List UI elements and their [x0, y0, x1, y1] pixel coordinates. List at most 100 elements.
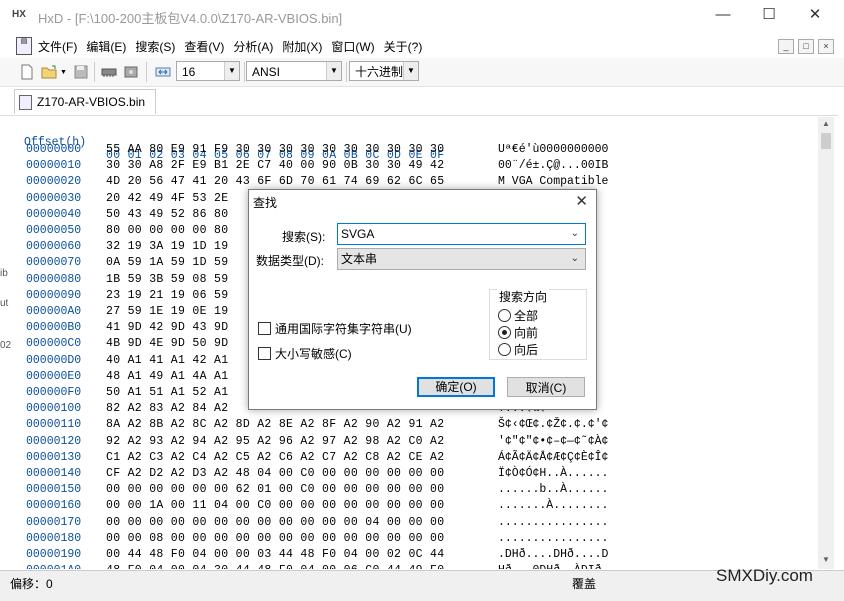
ok-button[interactable]: 确定(O)	[417, 377, 495, 397]
row-bytes[interactable]: 00 00 00 00 00 00 00 00 00 00 00 00 04 0…	[106, 516, 444, 529]
save-icon[interactable]	[72, 63, 90, 81]
row-offset: 00000160	[26, 499, 82, 513]
mdi-close-button[interactable]: ×	[818, 39, 834, 54]
row-bytes[interactable]: 82 A2 83 A2 84 A2	[106, 402, 228, 415]
row-ascii[interactable]: Hð...0DHð..ÀDIð	[498, 564, 602, 569]
document-icon[interactable]: ▤	[16, 37, 32, 55]
bytes-per-row-select[interactable]: 16 ▼	[176, 61, 240, 81]
direction-backward-radio[interactable]: 向后	[498, 341, 538, 358]
row-ascii[interactable]: ......b..À......	[498, 483, 608, 496]
minimize-button[interactable]: —	[700, 0, 746, 32]
scroll-up-icon[interactable]: ▲	[818, 117, 834, 131]
checkbox-box[interactable]	[258, 322, 271, 335]
row-bytes[interactable]: 30 30 A8 2F E9 B1 2E C7 40 00 90 0B 30 3…	[106, 159, 444, 172]
row-bytes[interactable]: C1 A2 C3 A2 C4 A2 C5 A2 C6 A2 C7 A2 C8 A…	[106, 451, 444, 464]
charset-select[interactable]: ANSI ▼	[246, 61, 342, 81]
row-bytes[interactable]: 48 F0 04 00 04 30 44 48 F0 04 00 06 C0 4…	[106, 564, 444, 569]
row-ascii[interactable]: Uª€é'ù0000000000	[498, 143, 608, 156]
row-ascii[interactable]: M VGA Compatible	[498, 175, 608, 188]
scroll-thumb[interactable]	[821, 133, 831, 149]
row-bytes[interactable]: 27 59 1E 19 0E 19	[106, 305, 228, 318]
row-ascii[interactable]: ................	[498, 516, 608, 529]
maximize-button[interactable]: ☐	[746, 0, 792, 32]
row-ascii[interactable]: Š¢‹¢Œ¢.¢Ž¢.¢.¢'¢	[498, 418, 608, 431]
row-ascii[interactable]: .......À........	[498, 499, 608, 512]
disk-icon[interactable]	[122, 63, 140, 81]
direction-all-radio[interactable]: 全部	[498, 307, 538, 324]
row-bytes[interactable]: 0A 59 1A 59 1D 59	[106, 256, 228, 269]
datatype-select[interactable]: 文本串 ⌄	[337, 248, 586, 270]
row-bytes[interactable]: 00 44 48 F0 04 00 00 03 44 48 F0 04 00 0…	[106, 548, 444, 561]
row-bytes[interactable]: 50 A1 51 A1 52 A1	[106, 386, 228, 399]
search-input[interactable]: SVGA ⌄	[337, 223, 586, 245]
toolbar: ▼ 16 ▼ ANSI ▼ 十六进制 ▼	[0, 58, 844, 87]
row-offset: 00000140	[26, 467, 82, 480]
row-ascii[interactable]: ................	[498, 532, 608, 545]
mdi-minimize-button[interactable]: _	[778, 39, 794, 54]
open-folder-icon[interactable]	[40, 63, 58, 81]
row-ascii[interactable]: Á¢Ã¢Ä¢Å¢Æ¢Ç¢È¢Î¢	[498, 451, 608, 464]
row-bytes[interactable]: 55 AA 80 E9 91 F9 30 30 30 30 30 30 30 3…	[106, 143, 444, 156]
row-bytes[interactable]: 8A A2 8B A2 8C A2 8D A2 8E A2 8F A2 90 A…	[106, 418, 444, 431]
menu-analysis[interactable]: 分析(A)	[233, 38, 273, 55]
row-offset: 00000050	[26, 224, 82, 237]
toolbar-separator	[146, 62, 147, 82]
menu-about[interactable]: 关于(?)	[384, 38, 423, 55]
radio-dot-selected[interactable]	[498, 326, 511, 339]
row-ascii[interactable]: '¢"¢"¢•¢–¢—¢˜¢À¢	[498, 435, 608, 448]
search-label: 搜索(S):	[282, 230, 326, 244]
row-bytes[interactable]: 50 43 49 52 86 80	[106, 208, 228, 221]
scroll-down-icon[interactable]: ▼	[818, 553, 834, 567]
case-sensitive-checkbox[interactable]: 大小写敏感(C)	[258, 345, 352, 362]
menu-window[interactable]: 窗口(W)	[331, 38, 374, 55]
menu-file[interactable]: 文件(F)	[38, 38, 77, 55]
row-bytes[interactable]: 48 A1 49 A1 4A A1	[106, 370, 228, 383]
row-bytes[interactable]: CF A2 D2 A2 D3 A2 48 04 00 C0 00 00 00 0…	[106, 467, 444, 480]
app-icon: HX	[12, 9, 26, 20]
row-bytes[interactable]: 00 00 08 00 00 00 00 00 00 00 00 00 00 0…	[106, 532, 444, 545]
row-bytes[interactable]: 23 19 21 19 06 59	[106, 289, 228, 302]
row-bytes[interactable]: 92 A2 93 A2 94 A2 95 A2 96 A2 97 A2 98 A…	[106, 435, 444, 448]
dialog-close-button[interactable]: ✕	[575, 192, 588, 210]
row-bytes[interactable]: 4B 9D 4E 9D 50 9D	[106, 337, 228, 350]
row-bytes[interactable]: 20 42 49 4F 53 2E	[106, 192, 228, 205]
menu-search[interactable]: 搜索(S)	[135, 38, 175, 55]
row-bytes[interactable]: 40 A1 41 A1 42 A1	[106, 354, 228, 367]
tab-file[interactable]: Z170-AR-VBIOS.bin	[14, 89, 157, 114]
row-ascii[interactable]: Ï¢Ò¢Ó¢H..À......	[498, 467, 608, 480]
new-file-icon[interactable]	[18, 63, 36, 81]
direction-forward-radio[interactable]: 向前	[498, 324, 538, 341]
close-button[interactable]: ✕	[792, 0, 838, 32]
row-offset: 00000180	[26, 531, 82, 545]
mdi-restore-button[interactable]: □	[798, 39, 814, 54]
unicode-checkbox[interactable]: 通用国际字符集字符串(U)	[258, 320, 412, 337]
vertical-scrollbar[interactable]: ▲ ▼	[818, 117, 834, 569]
radio-dot[interactable]	[498, 309, 511, 322]
cancel-button[interactable]: 取消(C)	[507, 377, 585, 397]
row-bytes[interactable]: 41 9D 42 9D 43 9D	[106, 321, 228, 334]
menu-extras[interactable]: 附加(X)	[282, 38, 322, 55]
row-ascii[interactable]: 00¨/é±.Ç@...00IB	[498, 159, 608, 172]
row-bytes[interactable]: 00 00 1A 00 11 04 00 C0 00 00 00 00 00 0…	[106, 499, 444, 512]
row-bytes[interactable]: 00 00 00 00 00 00 62 01 00 C0 00 00 00 0…	[106, 483, 444, 496]
row-bytes[interactable]: 1B 59 3B 59 08 59	[106, 273, 228, 286]
radio-dot[interactable]	[498, 343, 511, 356]
menu-edit[interactable]: 编辑(E)	[86, 38, 126, 55]
row-bytes[interactable]: 4D 20 56 47 41 20 43 6F 6D 70 61 74 69 6…	[106, 175, 444, 188]
row-bytes[interactable]: 32 19 3A 19 1D 19	[106, 240, 228, 253]
menu-view[interactable]: 查看(V)	[184, 38, 224, 55]
offset-base-select[interactable]: 十六进制 ▼	[349, 61, 419, 81]
row-offset: 00000100	[26, 402, 82, 416]
row-bytes[interactable]: 80 00 00 00 00 80	[106, 224, 228, 237]
chevron-down-icon: ▼	[403, 62, 418, 80]
row-ascii[interactable]: .DHð....DHð....D	[498, 548, 608, 561]
ram-icon[interactable]	[100, 63, 118, 81]
watermark: SMXDiy.com	[716, 566, 813, 585]
row-offset: 000000D0	[26, 353, 82, 367]
open-dropdown-icon[interactable]: ▼	[60, 69, 67, 76]
checkbox-box[interactable]	[258, 347, 271, 360]
datatype-value: 文本串	[341, 252, 378, 266]
chevron-down-icon[interactable]: ⌄	[571, 224, 579, 244]
row-offset: 000001A0	[26, 564, 81, 569]
offset-base-value: 十六进制	[355, 65, 404, 79]
